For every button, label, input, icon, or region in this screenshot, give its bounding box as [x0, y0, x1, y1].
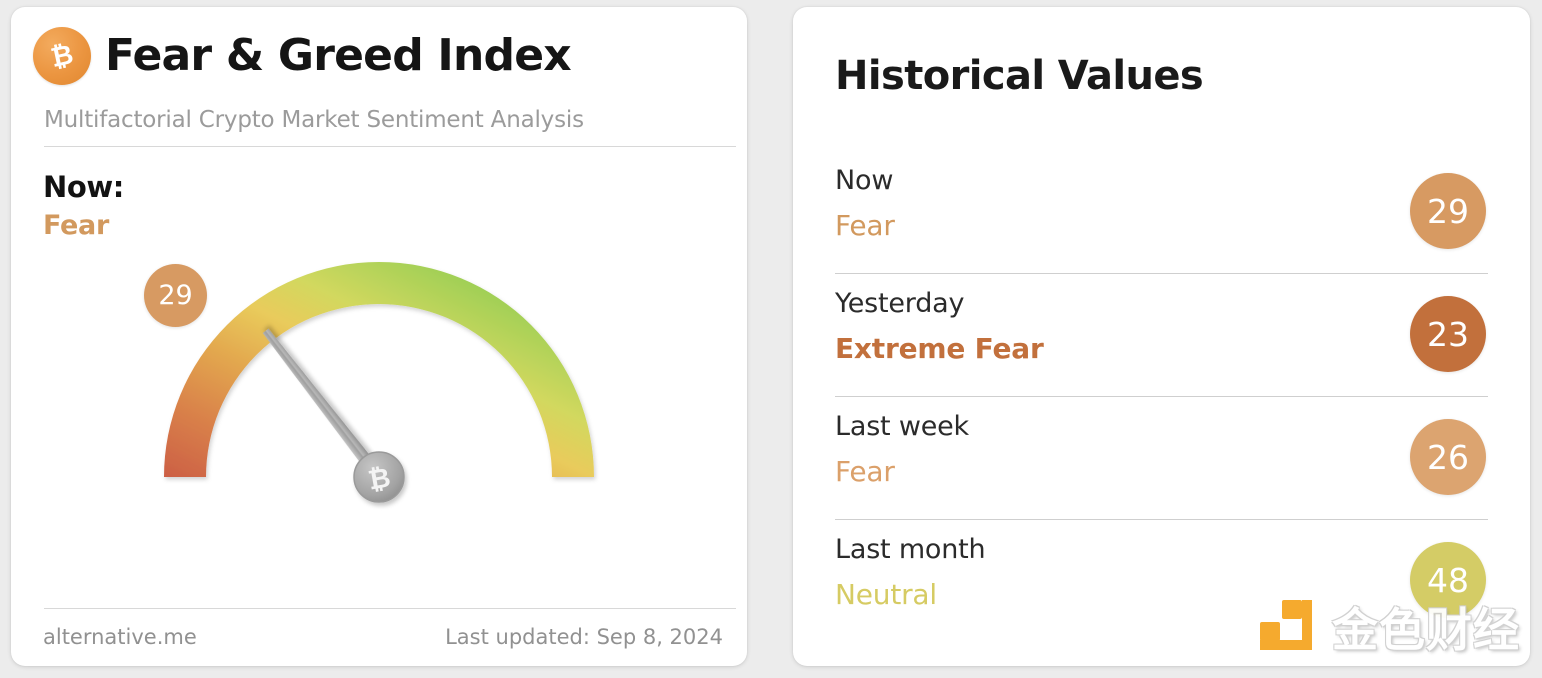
row-value-badge: 29: [1410, 173, 1486, 249]
watermark: 金色财经: [1256, 594, 1520, 660]
historical-values-card: Historical Values Now Fear 29 Yesterday …: [793, 7, 1530, 666]
fear-greed-gauge: ₿: [131, 245, 651, 590]
list-item[interactable]: Yesterday Extreme Fear 23: [835, 274, 1488, 397]
historical-list: Now Fear 29 Yesterday Extreme Fear 23 La…: [835, 151, 1488, 643]
bitcoin-icon: ₿: [33, 27, 91, 85]
footer-divider: [44, 608, 736, 609]
fear-greed-index-card: ₿ Fear & Greed Index Multifactorial Cryp…: [11, 7, 747, 666]
now-classification: Fear: [43, 210, 109, 241]
source-link[interactable]: alternative.me: [43, 625, 197, 649]
card-header: ₿ Fear & Greed Index: [33, 27, 572, 85]
row-period: Last month: [835, 534, 986, 565]
row-classification: Extreme Fear: [835, 332, 1044, 365]
row-classification: Fear: [835, 455, 895, 488]
list-item[interactable]: Last week Fear 26: [835, 397, 1488, 520]
header-divider: [44, 146, 736, 147]
historical-title: Historical Values: [835, 53, 1204, 99]
gauge-value-bubble: 29: [144, 264, 207, 327]
row-classification: Neutral: [835, 578, 937, 611]
list-item[interactable]: Now Fear 29: [835, 151, 1488, 274]
row-classification: Fear: [835, 209, 895, 242]
svg-text:₿: ₿: [48, 39, 76, 74]
last-updated-text: Last updated: Sep 8, 2024: [445, 625, 723, 649]
now-label: Now:: [43, 170, 124, 204]
row-value-badge: 26: [1410, 419, 1486, 495]
page-title: Fear & Greed Index: [105, 30, 572, 81]
row-period: Yesterday: [835, 288, 965, 319]
row-period: Last week: [835, 411, 969, 442]
jinse-logo-icon: [1256, 596, 1318, 658]
page-root: ₿ Fear & Greed Index Multifactorial Cryp…: [0, 0, 1542, 678]
watermark-text: 金色财经: [1332, 603, 1520, 657]
row-period: Now: [835, 165, 894, 196]
page-subtitle: Multifactorial Crypto Market Sentiment A…: [44, 107, 584, 133]
row-value-badge: 23: [1410, 296, 1486, 372]
